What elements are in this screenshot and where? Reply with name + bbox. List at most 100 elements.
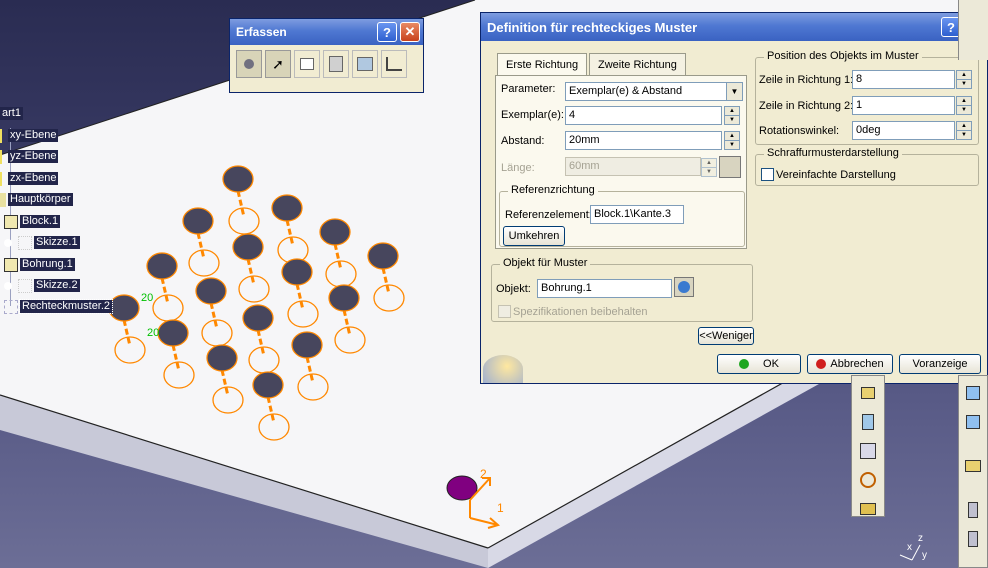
hole-feature-icon[interactable] (856, 439, 880, 463)
parameter-select[interactable]: Exemplar(e) & Abstand (565, 82, 743, 101)
vereinfacht-checkbox[interactable] (761, 168, 774, 181)
pad-feature-icon[interactable] (856, 381, 880, 405)
exemplare-spinner[interactable]: ▲ ▼ (724, 106, 740, 125)
erfassen-toolbar: Erfassen ? ✕ ➚ (229, 18, 424, 93)
zeile2-label: Zeile in Richtung 2: (759, 100, 854, 112)
tree-item-yz-ebene[interactable]: yz-Ebene (0, 149, 59, 164)
abbrechen-button[interactable]: Abbrechen (807, 354, 893, 374)
tree-item-label: Skizze.2 (34, 279, 80, 292)
fillet-icon[interactable] (961, 381, 985, 405)
help-button[interactable]: ? (377, 22, 397, 42)
triad-y: y (922, 550, 927, 561)
tab-erste-richtung[interactable]: Erste Richtung (497, 53, 588, 76)
tree-item-rechteckmuster[interactable]: Rechteckmuster.2 (4, 299, 114, 314)
close-button[interactable]: ✕ (400, 22, 420, 42)
tree-item-label: Block.1 (20, 215, 61, 228)
abstand-spinner[interactable]: ▲ ▼ (724, 131, 740, 150)
position-group-title: Position des Objekts im Muster (764, 50, 922, 62)
tree-item-part[interactable]: art1 (0, 106, 23, 121)
dialog-titlebar[interactable]: Definition für rechteckiges Muster ? ✕ (481, 13, 987, 41)
tree-item-label: yz-Ebene (8, 150, 59, 163)
surface-icon[interactable] (961, 454, 985, 478)
settings-icon[interactable] (381, 50, 407, 78)
tab-zweite-richtung[interactable]: Zweite Richtung (589, 53, 686, 75)
dress-up-toolbar (958, 375, 988, 568)
erfassen-titlebar[interactable]: Erfassen ? ✕ (230, 19, 423, 45)
referenzelement-input[interactable]: Block.1\Kante.3 (590, 205, 684, 224)
schraffur-group-title: Schraffurmusterdarstellung (764, 147, 902, 159)
globe-icon[interactable] (674, 277, 694, 297)
objekt-input[interactable]: Bohrung.1 (537, 279, 672, 298)
image-icon[interactable] (352, 50, 378, 78)
voranzeige-button[interactable]: Voranzeige (899, 354, 981, 374)
rectangular-pattern-dialog: Definition für rechteckiges Muster ? ✕ E… (480, 12, 988, 384)
tree-item-zx-ebene[interactable]: zx-Ebene (0, 171, 59, 186)
capture-area-icon[interactable] (294, 50, 320, 78)
capture-icon[interactable] (236, 50, 262, 78)
right-edge-toolbar (958, 0, 988, 60)
zeile2-input[interactable]: 1 (852, 96, 955, 115)
select-arrow-icon[interactable]: ➚ (265, 50, 291, 78)
rotationswinkel-label: Rotationswinkel: (759, 125, 840, 137)
weniger-button[interactable]: <<Weniger (698, 327, 754, 345)
axis-label-1: 1 (497, 501, 504, 515)
feature-toolbar (851, 375, 885, 517)
tree-item-label: xy-Ebene (8, 129, 59, 142)
triad-x: x (907, 542, 912, 553)
laenge-spinner: ▲ ▼ (701, 158, 717, 177)
referenzelement-label: Referenzelement: (505, 209, 592, 221)
body-icon (0, 192, 6, 207)
exemplare-input[interactable]: 4 (565, 106, 722, 125)
zeile2-spinner[interactable]: ▲ ▼ (956, 96, 972, 115)
plane-icon (0, 128, 6, 143)
exemplare-label: Exemplar(e): (501, 109, 564, 121)
axis-label-2: 2 (480, 467, 487, 481)
abbrechen-label: Abbrechen (830, 358, 884, 370)
expand-icon (4, 281, 12, 290)
triad-z: z (918, 533, 923, 544)
laenge-label: Länge: (501, 162, 535, 174)
ok-icon (739, 359, 750, 369)
measure-icon[interactable] (719, 156, 741, 178)
rotationswinkel-input[interactable]: 0deg (852, 121, 955, 140)
ok-button[interactable]: OK (717, 354, 801, 374)
erfassen-tools: ➚ (230, 45, 423, 83)
dialog-title: Definition für rechteckiges Muster (487, 19, 698, 35)
tree-item-hauptkoerper[interactable]: Hauptkörper (0, 192, 73, 207)
tree-item-skizze-1[interactable]: Skizze.1 (4, 235, 80, 250)
zeile1-spinner[interactable]: ▲ ▼ (956, 70, 972, 89)
zeile1-input[interactable]: 8 (852, 70, 955, 89)
erfassen-title: Erfassen (236, 25, 287, 39)
sketch-icon (18, 235, 32, 250)
dimension-label-2: 20 (147, 327, 160, 339)
referenzrichtung-title: Referenzrichtung (508, 184, 598, 196)
tree-item-bohrung[interactable]: Bohrung.1 (4, 257, 75, 272)
target-icon[interactable] (856, 468, 880, 492)
cancel-icon (816, 359, 827, 369)
vereinfacht-label: Vereinfachte Darstellung (776, 169, 896, 181)
tree-item-label: Skizze.1 (34, 236, 80, 249)
hole-icon (4, 257, 18, 272)
tree-item-skizze-2[interactable]: Skizze.2 (4, 278, 80, 293)
spezifikationen-label: Spezifikationen beibehalten (513, 306, 648, 318)
dimension-label-1: 20 (141, 292, 154, 304)
tree-item-xy-ebene[interactable]: xy-Ebene (0, 128, 59, 143)
zeile1-label: Zeile in Richtung 1: (759, 74, 854, 86)
draft-icon[interactable] (961, 527, 985, 551)
thickness-icon[interactable] (961, 498, 985, 522)
album-icon[interactable] (323, 50, 349, 78)
tree-item-label: Hauptkörper (8, 193, 73, 206)
abstand-label: Abstand: (501, 135, 545, 147)
shaft-feature-icon[interactable] (856, 410, 880, 434)
umkehren-button[interactable]: Umkehren (503, 226, 565, 246)
expand-icon (4, 238, 12, 247)
tree-item-label: zx-Ebene (8, 172, 59, 185)
catia-logo (483, 355, 523, 383)
chevron-down-icon[interactable]: ▼ (726, 83, 742, 100)
chamfer-icon[interactable] (961, 410, 985, 434)
rotationswinkel-spinner[interactable]: ▲ ▼ (956, 121, 972, 140)
abstand-input[interactable]: 20mm (565, 131, 722, 150)
plane-icon (0, 149, 6, 164)
rib-feature-icon[interactable] (856, 497, 880, 521)
tree-item-block[interactable]: Block.1 (4, 214, 61, 229)
